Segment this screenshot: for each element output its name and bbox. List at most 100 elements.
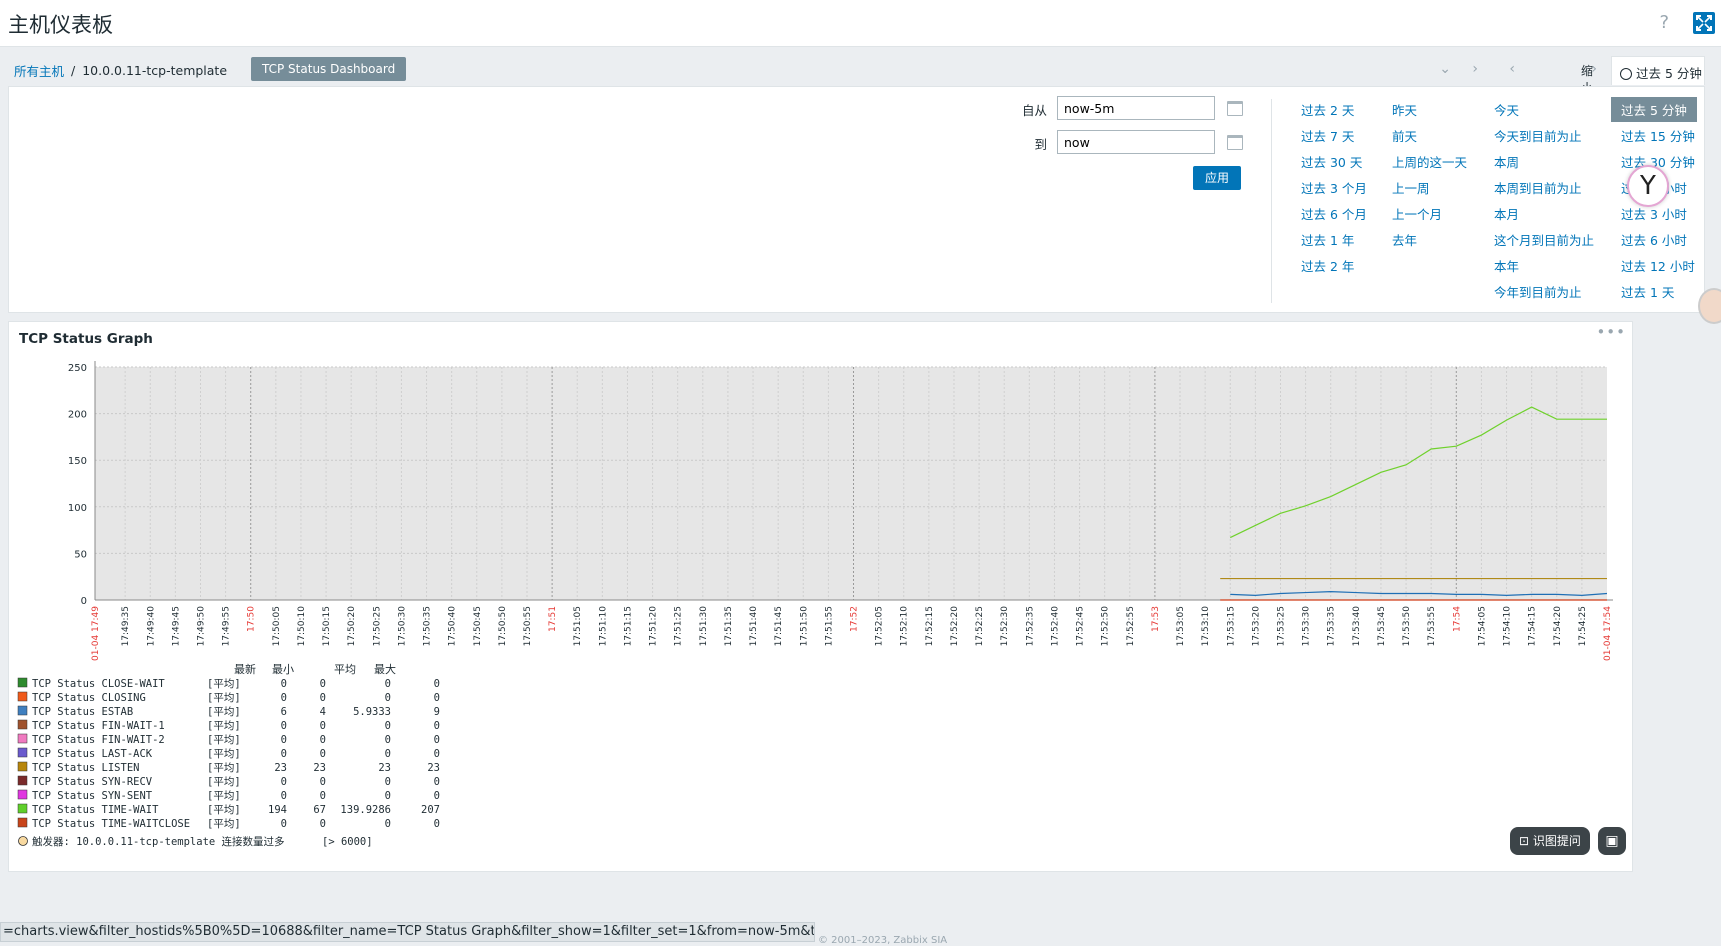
image-edit-button[interactable]: ▣	[1598, 827, 1626, 855]
assistant-badge-icon[interactable]: Y	[1627, 165, 1669, 207]
to-input[interactable]	[1057, 130, 1215, 154]
breadcrumb-all-hosts[interactable]: 所有主机	[14, 61, 64, 80]
trigger-threshold: [> 6000]	[322, 836, 373, 848]
quick-range-link[interactable]: 上一周	[1392, 178, 1430, 197]
chevron-down-icon[interactable]: ⌄	[1439, 61, 1451, 77]
x-tick-label: 17:52:35	[1025, 606, 1035, 646]
x-tick-label: 17:50:30	[397, 606, 407, 647]
apply-button[interactable]: 应用	[1193, 166, 1241, 190]
x-tick-label: 17:50:45	[473, 606, 483, 646]
legend-value: 0	[281, 720, 287, 732]
y-tick-label: 0	[81, 596, 87, 607]
quick-range-link[interactable]: 这个月到目前为止	[1494, 230, 1594, 249]
x-tick-label: 17:52:10	[900, 606, 910, 647]
quick-range-link[interactable]: 本周到目前为止	[1494, 178, 1582, 197]
x-tick-label: 17:50:50	[498, 606, 508, 647]
quick-range-link[interactable]: 上周的这一天	[1392, 152, 1467, 171]
graph-widget: TCP Status Graph ••• 0 50 100 150 200 250 17:4…	[8, 321, 1633, 872]
legend-value: 0	[385, 734, 391, 746]
legend-value: 23	[378, 762, 391, 774]
quick-range-link[interactable]: 过去 6 小时	[1621, 230, 1687, 249]
tab-time-range[interactable]: 过去 5 分钟	[1611, 56, 1705, 85]
legend-swatch	[17, 817, 28, 828]
image-ask-button[interactable]: ⊡ 识图提问	[1510, 827, 1590, 855]
legend-swatch	[17, 705, 28, 716]
y-tick-label: 200	[68, 410, 87, 421]
x-tick-label: 17:54:10	[1503, 606, 1513, 647]
legend-series-name: TCP Status SYN-SENT	[32, 790, 153, 802]
legend-value: 23	[313, 762, 326, 774]
quick-range-link[interactable]: 过去 5 分钟	[1611, 97, 1697, 122]
quick-range-link[interactable]: 过去 2 天	[1301, 100, 1354, 119]
quick-range-link[interactable]: 今天到目前为止	[1494, 126, 1582, 145]
x-tick-label: 17:49:35	[121, 606, 131, 646]
from-input[interactable]	[1057, 96, 1215, 120]
quick-range-link[interactable]: 本周	[1494, 152, 1519, 171]
breadcrumb-separator: /	[71, 63, 76, 78]
calendar-icon[interactable]	[1227, 101, 1243, 116]
dashboard-select-button[interactable]: TCP Status Dashboard	[251, 57, 407, 81]
legend-func: [平均]	[207, 818, 241, 830]
legend-value: 0	[434, 720, 440, 732]
quick-range-link[interactable]: 过去 7 天	[1301, 126, 1354, 145]
image-icon: ▣	[1605, 833, 1619, 849]
x-tick-label: 17:51:25	[674, 606, 684, 646]
quick-range-link[interactable]: 过去 3 小时	[1621, 204, 1687, 223]
legend-swatch	[17, 803, 28, 814]
quick-range-link[interactable]: 今天	[1494, 100, 1519, 119]
legend-value: 194	[268, 804, 287, 816]
legend-value: 0	[385, 790, 391, 802]
legend-func: [平均]	[207, 720, 241, 732]
legend-value: 0	[281, 734, 287, 746]
quick-range-link[interactable]: 过去 1 年	[1301, 230, 1354, 249]
quick-range-link[interactable]: 上一个月	[1392, 204, 1442, 223]
y-tick-label: 250	[68, 363, 87, 374]
quick-range-link[interactable]: 前天	[1392, 126, 1417, 145]
legend-value: 0	[385, 748, 391, 760]
y-tick-label: 100	[68, 503, 87, 514]
quick-range-link[interactable]: 本年	[1494, 256, 1519, 275]
quick-range-link[interactable]: 过去 1 天	[1621, 282, 1674, 301]
breadcrumb-host: 10.0.0.11-tcp-template	[82, 63, 228, 78]
next-page-icon[interactable]: ›	[1472, 61, 1478, 77]
y-tick-label: 150	[68, 456, 87, 467]
quick-range-link[interactable]: 过去 6 个月	[1301, 204, 1367, 223]
legend-series-name: TCP Status LAST-ACK	[32, 748, 153, 760]
x-tick-label: 17:51:10	[598, 606, 608, 647]
x-tick-label: 17:53:50	[1402, 606, 1412, 647]
x-tick-label: 17:50:40	[448, 606, 458, 647]
expand-icon	[1696, 15, 1712, 31]
time-forward-icon[interactable]: ›	[1591, 61, 1597, 77]
legend-value: 67	[313, 804, 326, 816]
time-back-icon[interactable]: ‹	[1509, 61, 1515, 77]
tcp-status-chart: 0 50 100 150 200 250 17:49:35 17:49:40 17:49:45 1…	[17, 361, 1613, 848]
clock-icon	[1620, 68, 1632, 80]
quick-range-link[interactable]: 过去 30 天	[1301, 152, 1362, 171]
x-tick-label: 17:53:10	[1201, 606, 1211, 647]
x-tick-label: 17:50	[247, 606, 257, 632]
quick-range-link[interactable]: 过去 2 年	[1301, 256, 1354, 275]
x-tick-label: 17:49:55	[222, 606, 232, 646]
legend-value: 5.9333	[353, 706, 391, 718]
x-tick-label: 17:53:35	[1327, 606, 1337, 646]
avatar[interactable]	[1698, 288, 1721, 324]
quick-range-link[interactable]: 过去 3 个月	[1301, 178, 1367, 197]
quick-range-link[interactable]: 过去 15 分钟	[1621, 126, 1695, 145]
calendar-icon[interactable]	[1227, 135, 1243, 150]
page-title: 主机仪表板	[8, 13, 113, 37]
x-tick-label: 17:51:05	[573, 606, 583, 646]
quick-range-link[interactable]: 过去 12 小时	[1621, 256, 1695, 275]
x-tick-label: 17:50:35	[423, 606, 433, 646]
quick-range-link[interactable]: 本月	[1494, 204, 1519, 223]
x-tick-label: 17:52:05	[875, 606, 885, 646]
fullscreen-button[interactable]	[1693, 12, 1715, 34]
legend-series-name: TCP Status LISTEN	[32, 762, 139, 774]
quick-range-link[interactable]: 昨天	[1392, 100, 1417, 119]
x-tick-label: 17:52:15	[925, 606, 935, 646]
legend-swatch	[17, 719, 28, 730]
legend-value: 0	[385, 720, 391, 732]
help-icon[interactable]: ?	[1659, 12, 1669, 33]
quick-range-link[interactable]: 今年到目前为止	[1494, 282, 1582, 301]
x-tick-label: 17:49:50	[196, 606, 206, 647]
quick-range-link[interactable]: 去年	[1392, 230, 1417, 249]
